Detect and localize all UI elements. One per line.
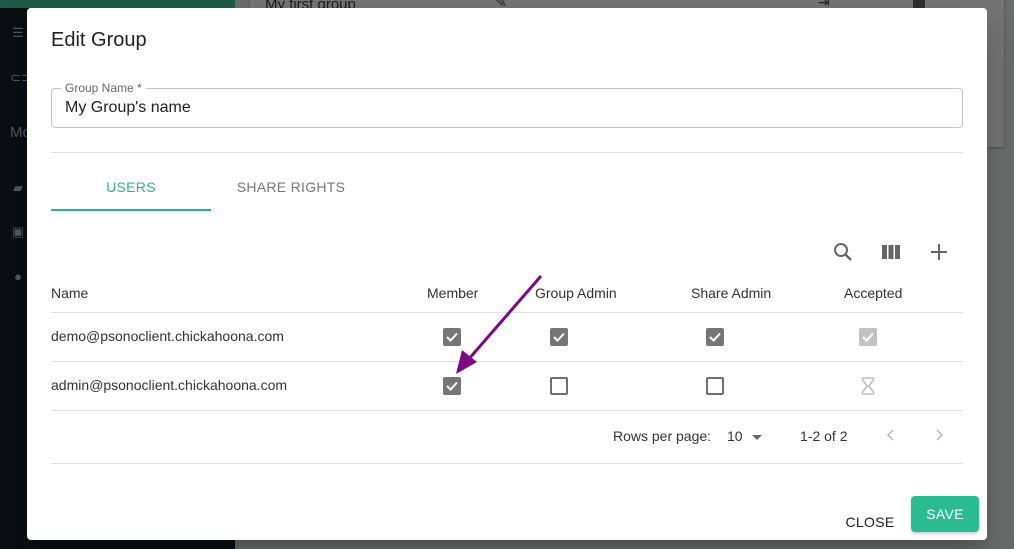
rows-per-page-value: 10 (727, 428, 743, 444)
user-email: demo@psonoclient.chickahoona.com (51, 328, 284, 344)
save-button[interactable]: SAVE (911, 496, 979, 532)
divider (51, 152, 963, 153)
column-header-share-admin[interactable]: Share Admin (691, 285, 771, 301)
rows-per-page-label: Rows per page: (613, 428, 712, 444)
add-icon[interactable] (927, 240, 951, 264)
table-footer-divider (51, 463, 963, 464)
share-admin-checkbox[interactable] (706, 328, 724, 346)
group-name-input[interactable] (65, 99, 945, 117)
previous-page-button[interactable] (885, 426, 897, 449)
lock-icon[interactable]: ▣ (10, 224, 26, 240)
link-icon[interactable]: ⊂⊃ (10, 70, 32, 86)
pagination-range: 1-2 of 2 (800, 428, 848, 444)
column-header-member[interactable]: Member (427, 285, 478, 301)
dialog-title: Edit Group (51, 29, 147, 51)
column-header-accepted[interactable]: Accepted (844, 285, 902, 301)
accepted-check-icon (859, 328, 877, 346)
row-divider (51, 410, 963, 411)
columns-icon[interactable] (879, 240, 903, 264)
group-name-label: Group Name * (61, 81, 146, 95)
member-checkbox[interactable] (443, 328, 461, 346)
next-page-button[interactable] (933, 426, 945, 449)
column-header-name[interactable]: Name (51, 285, 88, 301)
tab-users[interactable]: USERS (51, 160, 211, 210)
book-icon[interactable]: ▰ (10, 180, 26, 196)
info-icon[interactable]: ● (10, 269, 26, 284)
search-icon[interactable] (831, 240, 855, 264)
group-admin-checkbox[interactable] (550, 328, 568, 346)
edit-group-dialog: Edit Group Group Name * USERS SHARE RIGH… (27, 8, 987, 540)
row-divider (51, 361, 963, 362)
rows-per-page-select[interactable]: 10 (727, 428, 763, 444)
column-header-group-admin[interactable]: Group Admin (535, 285, 617, 301)
close-button[interactable]: CLOSE (837, 504, 903, 540)
checklist-icon[interactable]: ☰ (10, 25, 26, 41)
dropdown-arrow-icon (752, 434, 763, 440)
table-header-divider (51, 312, 963, 313)
share-admin-checkbox[interactable] (706, 377, 724, 395)
group-name-field[interactable]: Group Name * (51, 81, 963, 128)
tab-share-rights[interactable]: SHARE RIGHTS (211, 160, 371, 210)
member-checkbox[interactable] (443, 377, 461, 395)
tab-indicator (51, 209, 211, 211)
hourglass-pending-icon (861, 377, 875, 395)
group-admin-checkbox[interactable] (550, 377, 568, 395)
user-email: admin@psonoclient.chickahoona.com (51, 377, 288, 393)
app-header-strip (0, 0, 235, 8)
